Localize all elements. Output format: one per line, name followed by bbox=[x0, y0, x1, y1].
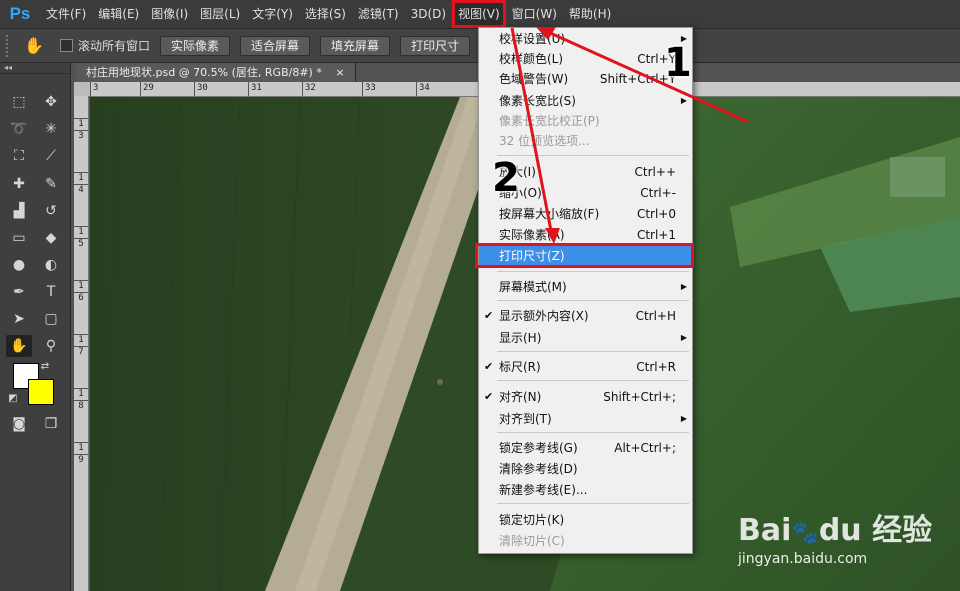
brand-cn: 经验 bbox=[872, 513, 933, 548]
annotation-arrows bbox=[510, 27, 749, 244]
brand-text-2: du bbox=[818, 513, 862, 548]
baidu-logo: Bai🐾du 经验 bbox=[738, 505, 938, 549]
annotation-number-2: 2 bbox=[492, 155, 520, 201]
paw-icon: 🐾 bbox=[791, 521, 819, 546]
watermark-url: jingyan.baidu.com bbox=[738, 551, 868, 567]
annotation-number-1: 1 bbox=[664, 40, 692, 86]
brand-text: Bai bbox=[738, 513, 792, 548]
baidu-watermark: Bai🐾du 经验 jingyan.baidu.com bbox=[738, 505, 938, 585]
arrow-line-1 bbox=[547, 30, 749, 124]
arrow-line-2 bbox=[510, 27, 554, 237]
arrow-head-2 bbox=[545, 228, 560, 244]
